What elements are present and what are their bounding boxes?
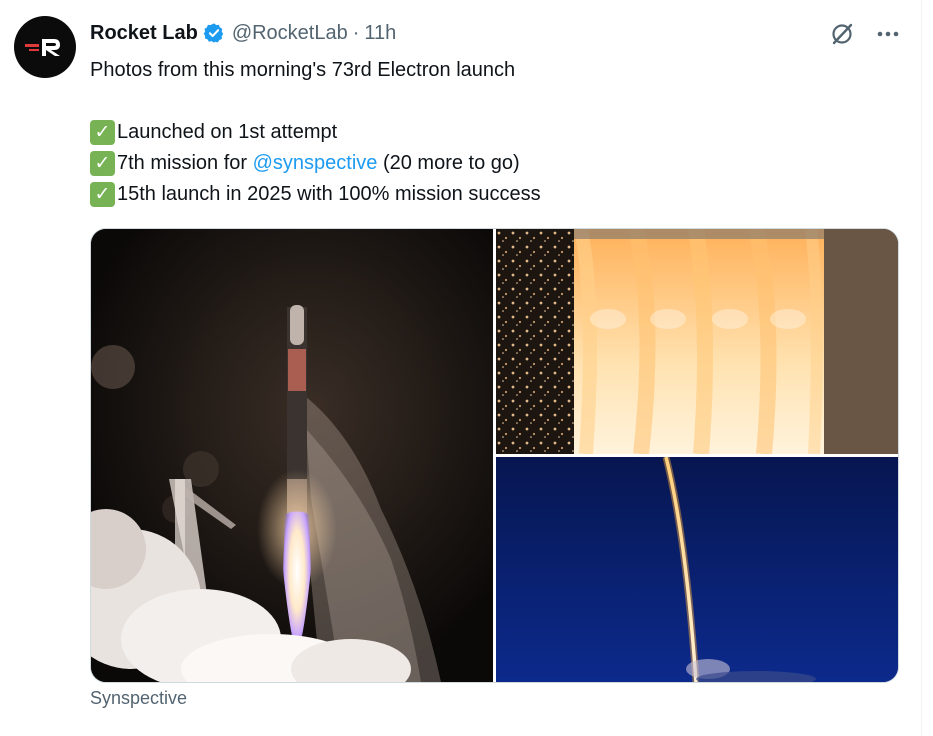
tweet-line-mission: ✓ 7th mission for @synspective (20 more … (90, 148, 870, 179)
rocket-lab-logo-icon (25, 39, 60, 56)
avatar[interactable] (14, 16, 76, 78)
success-text: 15th launch in 2025 with 100% mission su… (117, 183, 541, 205)
separator-dot: · (352, 21, 360, 44)
check-mark-icon: ✓ (90, 120, 115, 145)
attempt-text: Launched on 1st attempt (117, 121, 338, 143)
mention-suffix: (20 more to go) (377, 152, 520, 174)
tweet-actions-top (828, 20, 902, 48)
author-handle[interactable]: @RocketLab (232, 22, 348, 45)
more-options-icon[interactable] (874, 20, 902, 48)
media-caption[interactable]: Synspective (90, 688, 187, 709)
check-mark-icon: ✓ (90, 151, 115, 176)
grok-icon[interactable] (828, 20, 856, 48)
photo-ascent-trail[interactable] (496, 457, 898, 682)
check-mark-icon: ✓ (90, 182, 115, 207)
mention-link[interactable]: @synspective (253, 148, 378, 179)
tweet-header: Rocket Lab @RocketLab · 11h (90, 19, 396, 47)
tweet-line-success: ✓ 15th launch in 2025 with 100% mission … (90, 179, 870, 210)
tweet-line-intro: Photos from this morning's 73rd Electron… (90, 55, 870, 86)
media-grid (90, 228, 899, 683)
mission-text: 7th mission for (117, 152, 253, 174)
author-name[interactable]: Rocket Lab (90, 22, 198, 45)
intro-text: Photos from this morning's 73rd Electron… (90, 59, 516, 81)
verified-badge-icon (203, 22, 225, 44)
tweet-line-attempt: ✓ Launched on 1st attempt (90, 117, 870, 148)
timeline-border (921, 0, 922, 736)
photo-liftoff[interactable] (91, 229, 493, 682)
photo-engine-plumes[interactable] (496, 229, 898, 454)
tweet-text: Photos from this morning's 73rd Electron… (90, 55, 870, 210)
tweet-timestamp[interactable]: 11h (364, 22, 396, 45)
